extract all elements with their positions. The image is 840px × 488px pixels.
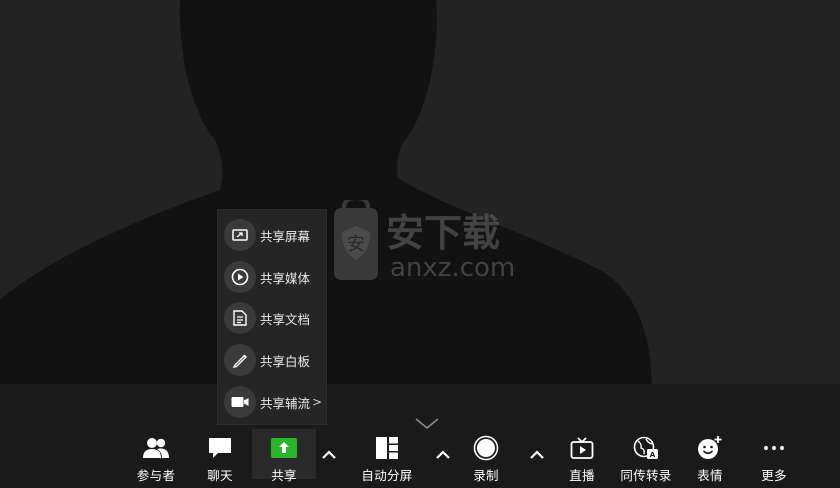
simul-interp-button[interactable]: A 同传转录 bbox=[616, 428, 676, 484]
more-button[interactable]: 更多 bbox=[750, 428, 798, 484]
menu-item-share-whiteboard[interactable]: 共享白板 bbox=[224, 343, 326, 377]
share-button[interactable]: 共享 bbox=[260, 428, 308, 484]
menu-item-label: 共享白板 bbox=[260, 353, 311, 369]
reactions-button[interactable]: 表情 bbox=[686, 428, 734, 484]
simul-interp-label: 同传转录 bbox=[620, 468, 672, 483]
live-tv-icon bbox=[568, 434, 596, 461]
auto-split-label: 自动分屏 bbox=[361, 468, 413, 483]
menu-item-share-screen[interactable]: 共享屏幕 bbox=[224, 218, 326, 252]
chevron-up-icon bbox=[436, 450, 450, 459]
share-screen-icon bbox=[224, 219, 256, 251]
live-button[interactable]: 直播 bbox=[558, 428, 606, 484]
play-media-icon bbox=[224, 261, 256, 293]
menu-item-label: 共享文档 bbox=[260, 311, 311, 327]
record-options-caret[interactable] bbox=[526, 444, 548, 466]
emoji-add-icon bbox=[696, 434, 724, 461]
share-options-caret[interactable] bbox=[318, 444, 340, 466]
menu-item-share-media[interactable]: 共享媒体 bbox=[224, 260, 326, 294]
svg-text:anxz.com: anxz.com bbox=[390, 253, 515, 283]
svg-text:安: 安 bbox=[347, 234, 365, 255]
record-icon bbox=[472, 434, 500, 461]
video-area: 安 安下载 anxz.com bbox=[0, 0, 840, 384]
chevron-up-icon bbox=[530, 450, 544, 459]
menu-item-share-document[interactable]: 共享文档 bbox=[224, 301, 326, 335]
watermark-logo: 安 安下载 anxz.com bbox=[334, 200, 515, 283]
camera-icon bbox=[224, 386, 256, 418]
avatar-silhouette bbox=[0, 0, 652, 384]
split-layout-icon bbox=[373, 434, 401, 461]
record-button[interactable]: 录制 bbox=[462, 428, 510, 484]
layout-options-caret[interactable] bbox=[432, 444, 454, 466]
svg-text:A: A bbox=[650, 451, 656, 459]
share-menu: 共享屏幕 共享媒体 共享文档 共享白板 共享辅流 > bbox=[217, 209, 327, 425]
pen-whiteboard-icon bbox=[224, 344, 256, 376]
more-label: 更多 bbox=[761, 468, 787, 483]
live-label: 直播 bbox=[569, 468, 595, 483]
chat-button[interactable]: 聊天 bbox=[196, 428, 244, 484]
record-label: 录制 bbox=[473, 468, 499, 483]
svg-text:安下载: 安下载 bbox=[386, 211, 500, 255]
menu-item-share-auxiliary[interactable]: 共享辅流 > bbox=[224, 385, 326, 419]
auto-split-button[interactable]: 自动分屏 bbox=[356, 428, 418, 484]
chat-label: 聊天 bbox=[207, 468, 233, 483]
globe-translate-icon: A bbox=[632, 434, 660, 461]
menu-item-label: 共享屏幕 bbox=[260, 228, 311, 244]
submenu-arrow-icon: > bbox=[312, 395, 323, 409]
chevron-up-icon bbox=[322, 450, 336, 459]
participants-icon bbox=[142, 434, 170, 461]
more-dots-icon bbox=[760, 434, 788, 461]
menu-item-label: 共享辅流 bbox=[260, 395, 311, 411]
share-upload-icon bbox=[270, 434, 298, 461]
document-icon bbox=[224, 302, 256, 334]
participants-label: 参与者 bbox=[136, 468, 176, 483]
share-label: 共享 bbox=[271, 468, 297, 483]
menu-item-label: 共享媒体 bbox=[260, 270, 311, 286]
participants-button[interactable]: 参与者 bbox=[130, 428, 182, 484]
chat-bubble-icon bbox=[206, 434, 234, 461]
reactions-label: 表情 bbox=[697, 468, 723, 483]
